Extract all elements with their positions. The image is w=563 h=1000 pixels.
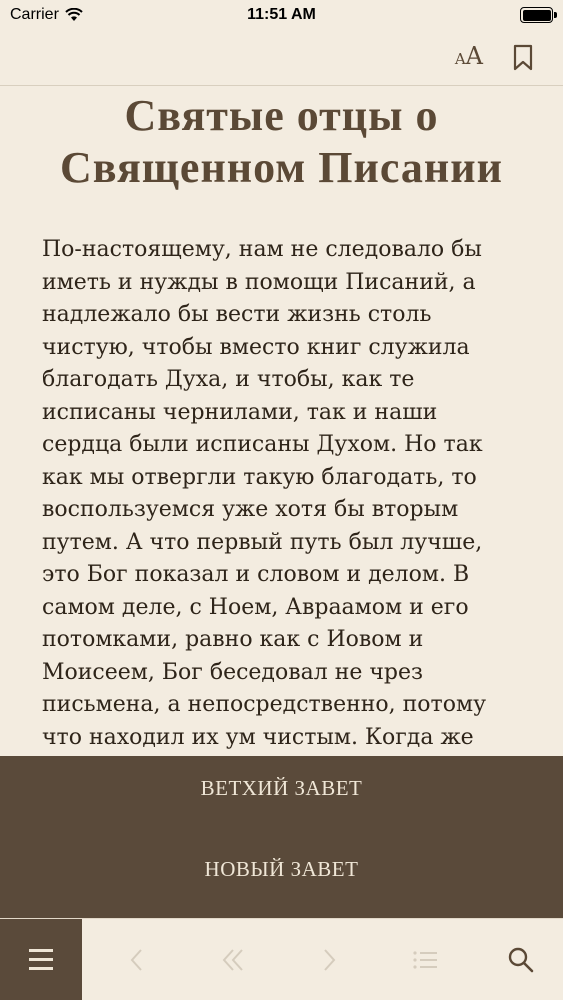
bottom-toolbar: [0, 918, 563, 1000]
status-bar: Carrier 11:51 AM: [0, 0, 563, 34]
hamburger-line-icon: [29, 958, 53, 961]
hamburger-line-icon: [29, 967, 53, 970]
chevron-left-icon: [130, 949, 142, 971]
back-chapter-button[interactable]: [218, 945, 248, 975]
search-button[interactable]: [506, 945, 536, 975]
bookmark-button[interactable]: [513, 44, 533, 76]
article-content[interactable]: Святые отцы о Священном Писании По-насто…: [0, 86, 563, 756]
hamburger-line-icon: [29, 949, 53, 952]
article-text: По-настоящему, нам не следовало бы иметь…: [42, 237, 487, 750]
search-icon: [508, 947, 534, 973]
top-toolbar: AA: [0, 34, 563, 86]
battery-icon: [520, 7, 557, 23]
menu-button[interactable]: [0, 919, 82, 1000]
contents-button[interactable]: [410, 945, 440, 975]
page-title: Святые отцы о Священном Писании: [60, 91, 503, 192]
double-chevron-left-icon: [222, 949, 243, 971]
font-size-big-label: A: [465, 42, 483, 70]
chevron-right-icon: [324, 949, 336, 971]
list-icon: [413, 951, 437, 969]
next-button[interactable]: [314, 945, 344, 975]
menu-item-old-testament[interactable]: ВЕТХИЙ ЗАВЕТ: [0, 756, 563, 837]
testament-menu: ВЕТХИЙ ЗАВЕТ НОВЫЙ ЗАВЕТ: [0, 756, 563, 918]
font-size-small-label: A: [454, 50, 466, 68]
menu-item-new-testament[interactable]: НОВЫЙ ЗАВЕТ: [0, 837, 563, 918]
bookmark-icon: [513, 44, 533, 71]
previous-button[interactable]: [122, 945, 152, 975]
font-size-button[interactable]: AA: [455, 42, 483, 70]
status-time: 11:51 AM: [247, 6, 316, 23]
